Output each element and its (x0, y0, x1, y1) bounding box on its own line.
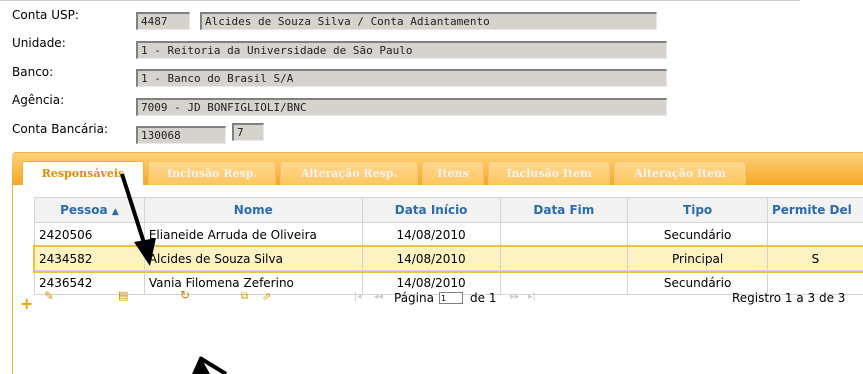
cell-data-inicio: 14/08/2010 (361, 222, 501, 247)
popout-icon[interactable]: ⇗ (262, 290, 271, 303)
cell-nome: Elianeide Arruda de Oliveira (143, 222, 363, 247)
conta-usp-name-field: Alcides de Souza Silva / Conta Adiantame… (200, 12, 657, 30)
column-header-data-fim[interactable]: Data Fim (499, 197, 629, 223)
conta-bancaria-digit-field: 7 (232, 123, 264, 141)
agencia-field: 7009 - JD BONFIGLIOLI/BNC (136, 98, 667, 116)
records-count: Registro 1 a 3 de 3 (732, 291, 846, 305)
column-header-nome[interactable]: Nome (143, 197, 363, 223)
top-divider (0, 0, 800, 1)
annotation-arrow-icon (120, 173, 156, 266)
refresh-icon[interactable]: ↻ (180, 288, 190, 302)
grid-toolbar: + ✎ ▤ ↻ ⧉ ⇗ |◂ ◂◂ Página 1 de 1 ▸▸ ▸| Re… (20, 288, 863, 317)
cell-tipo: Secundário (627, 222, 768, 247)
first-page-icon[interactable]: |◂ (354, 292, 362, 302)
last-page-icon[interactable]: ▸| (528, 292, 536, 302)
agencia-label: Agência: (12, 93, 65, 107)
pencil-icon[interactable]: ✎ (44, 289, 54, 303)
cell-nome: Alcides de Souza Silva (143, 246, 363, 271)
tab-alteracao-item[interactable]: Alteração Item (614, 161, 746, 186)
unidade-label: Unidade: (12, 36, 66, 50)
plus-icon[interactable]: + (20, 296, 33, 312)
next-page-icon[interactable]: ▸▸ (510, 292, 519, 302)
cell-data-fim (499, 222, 629, 247)
list-icon[interactable]: ▤ (118, 289, 128, 302)
cell-permite-del: S (766, 246, 863, 271)
window-icon[interactable]: ⧉ (241, 291, 248, 302)
tab-inclusao-resp[interactable]: Inclusão Resp. (148, 161, 276, 186)
prev-page-icon[interactable]: ◂◂ (374, 292, 383, 302)
responsaveis-grid: Pessoa ▲ Nome Data Início Data Fim Tipo … (20, 197, 863, 357)
conta-usp-code-field: 4487 (136, 12, 190, 30)
page-label: Página (394, 291, 434, 305)
conta-bancaria-label: Conta Bancária: (12, 122, 109, 136)
tab-inclusao-item[interactable]: Inclusão Item (488, 161, 610, 186)
responsaveis-table: Pessoa ▲ Nome Data Início Data Fim Tipo … (32, 197, 863, 295)
cell-data-inicio: 14/08/2010 (361, 246, 501, 271)
page-of-label: de 1 (470, 291, 497, 305)
table-row-selected[interactable]: 2434582 Alcides de Souza Silva 14/08/201… (32, 244, 863, 273)
tab-alteracao-resp[interactable]: Alteração Resp. (280, 161, 418, 186)
table-header-row: Pessoa ▲ Nome Data Início Data Fim Tipo … (34, 197, 863, 223)
conta-bancaria-number-field: 130068 (136, 126, 226, 144)
banco-field: 1 - Banco do Brasil S/A (136, 69, 667, 87)
column-header-data-inicio[interactable]: Data Início (361, 197, 501, 223)
cell-data-fim (499, 246, 629, 271)
cell-permite-del (766, 222, 863, 247)
cell-tipo: Principal (627, 246, 768, 271)
column-header-tipo[interactable]: Tipo (627, 197, 768, 223)
unidade-field: 1 - Reitoria da Universidade de São Paul… (136, 41, 667, 59)
annotation-arrow-icon (192, 356, 228, 374)
conta-usp-label: Conta USP: (12, 8, 79, 22)
table-row[interactable]: 2420506 Elianeide Arruda de Oliveira 14/… (34, 222, 863, 247)
banco-label: Banco: (12, 65, 54, 79)
column-header-permite-del[interactable]: Permite Del (766, 197, 863, 223)
page-input[interactable]: 1 (439, 292, 463, 304)
tab-itens[interactable]: Itens (422, 161, 484, 186)
